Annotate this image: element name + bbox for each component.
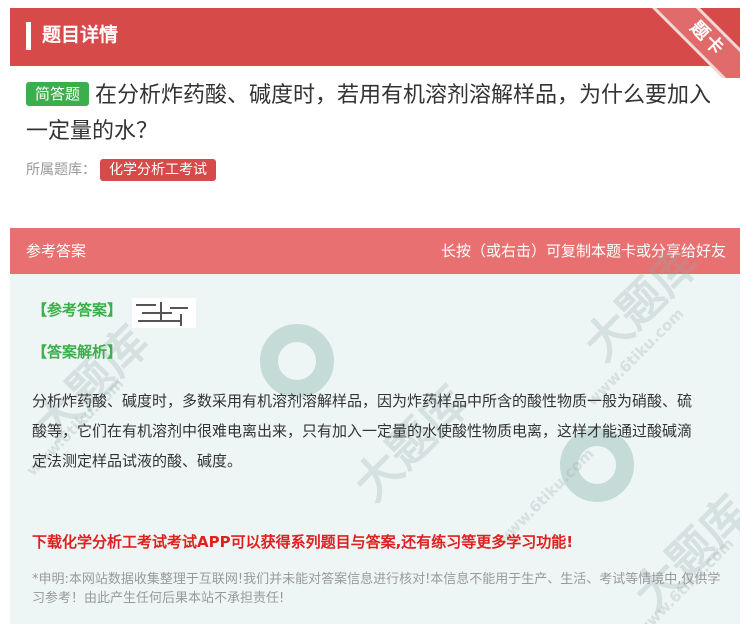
question-text: 在分析炸药酸、碱度时，若用有机溶剂溶解样品，为什么要加入一定量的水？ bbox=[26, 83, 712, 144]
corner-badge-label: 题卡 bbox=[655, 8, 740, 78]
reference-answer-label: 【参考答案】 bbox=[32, 301, 123, 319]
analysis-label: 【答案解析】 bbox=[32, 343, 123, 361]
answer-card-header: 参考答案 长按（或右击）可复制本题卡或分享给好友 bbox=[10, 228, 740, 274]
app-download-link[interactable]: 下载化学分析工考试考试APP可以获得系列题目与答案,还有练习等更多学习功能! bbox=[32, 530, 573, 554]
answer-card[interactable]: 参考答案 长按（或右击）可复制本题卡或分享给好友 大题库 大题库 大题库 大题库… bbox=[10, 228, 740, 624]
question-bank-label: 所属题库： bbox=[26, 162, 96, 178]
header-accent-bar bbox=[26, 22, 31, 50]
answer-image bbox=[132, 298, 196, 328]
share-hint: 长按（或右击）可复制本题卡或分享给好友 bbox=[440, 242, 726, 260]
page-header: 题目详情 题卡 bbox=[10, 8, 740, 78]
question-type-tag: 简答题 bbox=[26, 82, 90, 106]
corner-badge: 题卡 bbox=[640, 8, 740, 78]
question-bank-row: 所属题库： 化学分析工考试 bbox=[26, 158, 216, 182]
question-bank-link[interactable]: 化学分析工考试 bbox=[100, 159, 216, 181]
analysis-text: 分析炸药酸、碱度时，多数采用有机溶剂溶解样品，因为炸药样品中所含的酸性物质一般为… bbox=[32, 392, 693, 470]
disclaimer-text: *申明:本网站数据收集整理于互联网!我们并未能对答案信息进行核对!本信息不能用于… bbox=[32, 572, 721, 606]
question-block: 简答题 在分析炸药酸、碱度时，若用有机溶剂溶解样品，为什么要加入一定量的水？ bbox=[26, 78, 726, 150]
answer-card-title: 参考答案 bbox=[26, 242, 87, 260]
page-title: 题目详情 bbox=[42, 24, 119, 46]
